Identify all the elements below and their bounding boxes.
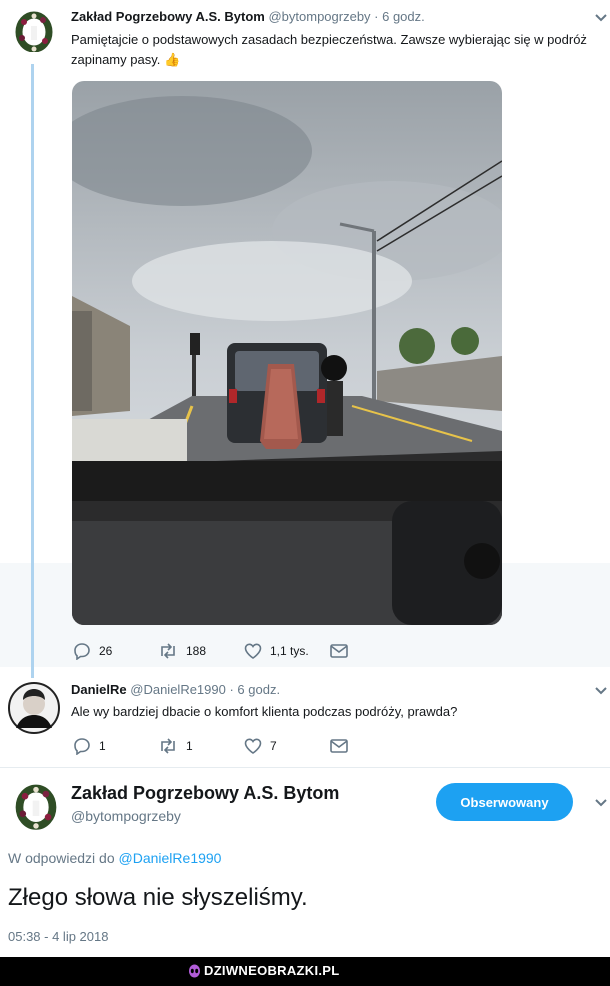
heart-icon bbox=[244, 738, 262, 754]
tweet1-retweet-count: 188 bbox=[186, 644, 207, 658]
alien-logo-icon bbox=[189, 964, 200, 978]
tweet1-retweet-button[interactable]: 188 bbox=[158, 643, 244, 659]
tweet1-like-count: 1,1 tys. bbox=[270, 644, 309, 658]
main-timestamp[interactable]: 05:38 - 4 lip 2018 bbox=[8, 929, 108, 944]
tweet1-reply-button[interactable]: 26 bbox=[73, 642, 158, 660]
main-chevron-down-icon[interactable] bbox=[594, 798, 608, 808]
divider bbox=[0, 767, 610, 768]
tweet1-text: Pamiętajcie o podstawowych zasadach bezp… bbox=[71, 32, 587, 67]
tweet1-photo[interactable] bbox=[72, 81, 502, 625]
tweet1-time[interactable]: · 6 godz. bbox=[374, 9, 425, 24]
tweet1-message-button[interactable] bbox=[330, 644, 348, 658]
tweet2-actions: 1 1 7 bbox=[73, 737, 348, 755]
tweet1-text-block: Pamiętajcie o podstawowych zasadach bezp… bbox=[71, 30, 601, 70]
reply-context-prefix: W odpowiedzi do bbox=[8, 850, 115, 866]
tweet2-handle[interactable]: @DanielRe1990 bbox=[130, 682, 226, 697]
main-tweet-text: Złego słowa nie słyszeliśmy. bbox=[8, 884, 308, 911]
retweet-icon bbox=[161, 738, 175, 754]
heart-icon bbox=[244, 643, 262, 659]
tweet2-like-count: 7 bbox=[270, 739, 277, 753]
thumbs-up-emoji: 👍 bbox=[163, 52, 181, 67]
tweet1-header: Zakład Pogrzebowy A.S. Bytom @bytompogrz… bbox=[71, 9, 425, 24]
tweet2-retweet-button[interactable]: 1 bbox=[158, 738, 244, 754]
envelope-icon bbox=[330, 644, 348, 658]
reply-context-handle[interactable]: @DanielRe1990 bbox=[119, 850, 222, 866]
tweet1-chevron-down-icon[interactable] bbox=[594, 13, 608, 23]
main-author-name[interactable]: Zakład Pogrzebowy A.S. Bytom bbox=[71, 783, 339, 804]
tweet2-author-name[interactable]: DanielRe bbox=[71, 682, 127, 697]
reply-icon bbox=[74, 738, 90, 755]
tweet2-text: Ale wy bardziej dbacie o komfort klienta… bbox=[71, 704, 458, 719]
main-funeral-wreath-avatar[interactable] bbox=[14, 780, 58, 830]
retweet-icon bbox=[161, 643, 175, 659]
tweet2-like-button[interactable]: 7 bbox=[244, 738, 330, 754]
tweet2-reply-button[interactable]: 1 bbox=[73, 737, 158, 755]
tweet1-actions: 26 188 1,1 tys. bbox=[73, 642, 348, 660]
tweet2-reply-count: 1 bbox=[99, 739, 106, 753]
tweet2-time[interactable]: · 6 godz. bbox=[229, 682, 280, 697]
tweet1-author-name[interactable]: Zakład Pogrzebowy A.S. Bytom bbox=[71, 9, 265, 24]
tweet1-handle[interactable]: @bytompogrzeby bbox=[268, 9, 370, 24]
tweet2-chevron-down-icon[interactable] bbox=[594, 686, 608, 696]
reply-context: W odpowiedzi do @DanielRe1990 bbox=[8, 850, 221, 866]
envelope-icon bbox=[330, 739, 348, 753]
reply-icon bbox=[74, 643, 90, 660]
following-button[interactable]: Obserwowany bbox=[436, 783, 573, 821]
tweet2-header: DanielRe @DanielRe1990 · 6 godz. bbox=[71, 682, 280, 697]
tweet1-reply-count: 26 bbox=[99, 644, 113, 658]
watermark-text: DZIWNEOBRAZKI.PL bbox=[204, 963, 340, 978]
tweet2-retweet-count: 1 bbox=[186, 739, 193, 753]
funeral-wreath-avatar[interactable] bbox=[14, 8, 54, 52]
hearse-coffin-photo bbox=[72, 81, 502, 625]
danielre-avatar[interactable] bbox=[8, 682, 60, 734]
main-handle[interactable]: @bytompogrzeby bbox=[71, 808, 181, 824]
tweet1-like-button[interactable]: 1,1 tys. bbox=[244, 643, 330, 659]
tweet2-message-button[interactable] bbox=[330, 739, 348, 753]
thread-line bbox=[31, 64, 34, 678]
